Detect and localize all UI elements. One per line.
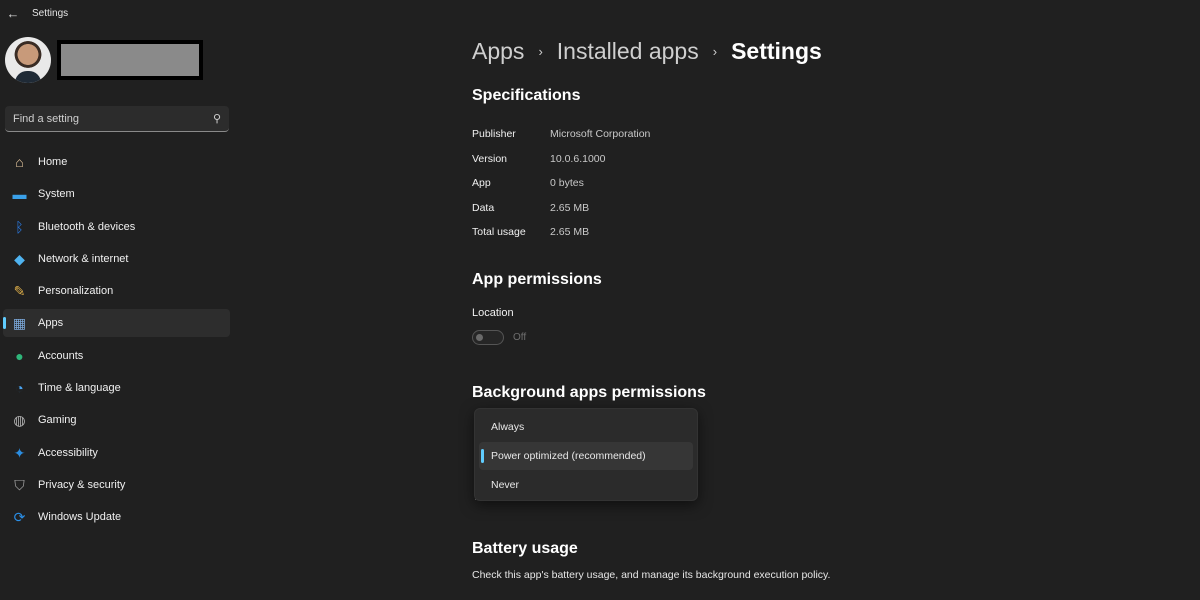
redacted-user-name bbox=[57, 40, 203, 80]
sidebar-item-bluetooth-devices[interactable]: ᛒ Bluetooth & devices bbox=[3, 213, 230, 241]
option-never[interactable]: Never bbox=[479, 471, 693, 499]
specifications-list: Publisher Microsoft Corporation Version … bbox=[472, 122, 650, 245]
spec-key: App bbox=[472, 177, 491, 190]
sidebar-item-home[interactable]: ⌂ Home bbox=[3, 148, 230, 176]
sidebar-item-label: Accounts bbox=[38, 349, 84, 362]
back-arrow-icon: ← bbox=[6, 5, 20, 21]
sidebar-item-label: Apps bbox=[38, 317, 64, 330]
spec-value: 0 bytes bbox=[550, 177, 584, 190]
toggle-knob bbox=[476, 334, 483, 341]
spec-key: Publisher bbox=[472, 128, 516, 141]
system-icon: ▬ bbox=[12, 186, 27, 203]
sidebar-item-label: System bbox=[38, 188, 75, 201]
sidebar-item-label: Bluetooth & devices bbox=[38, 220, 136, 233]
sidebar-item-label: Personalization bbox=[38, 285, 114, 298]
shield-icon: ⛉ bbox=[14, 476, 25, 493]
sidebar-item-apps[interactable]: ▦ Apps bbox=[3, 309, 230, 338]
gamepad-icon: ◍ bbox=[13, 412, 26, 429]
sidebar-item-privacy-security[interactable]: ⛉ Privacy & security bbox=[3, 471, 230, 499]
specifications-heading: Specifications bbox=[472, 87, 581, 104]
sidebar-item-label: Home bbox=[38, 156, 68, 168]
avatar bbox=[5, 37, 51, 83]
option-always[interactable]: Always bbox=[479, 413, 693, 441]
spec-row-data: Data 2.65 MB bbox=[472, 196, 650, 221]
search-box[interactable]: ⚲ bbox=[5, 106, 229, 132]
sidebar-item-network-internet[interactable]: ◆ Network & internet bbox=[3, 245, 230, 273]
chevron-right-icon: › bbox=[712, 44, 718, 59]
battery-usage-heading: Battery usage bbox=[472, 540, 578, 557]
wifi-icon: ◆ bbox=[14, 250, 25, 267]
search-icon[interactable]: ⚲ bbox=[213, 112, 221, 125]
breadcrumb-current-settings: Settings bbox=[731, 38, 822, 64]
sidebar-item-personalization[interactable]: ✎ Personalization bbox=[3, 277, 230, 305]
sidebar-item-label: Accessibility bbox=[38, 446, 98, 459]
background-permissions-heading: Background apps permissions bbox=[472, 384, 706, 401]
app-permissions-heading: App permissions bbox=[472, 271, 602, 288]
chevron-right-icon: › bbox=[538, 44, 543, 59]
sidebar-item-gaming[interactable]: ◍ Gaming bbox=[3, 406, 230, 434]
breadcrumb-apps[interactable]: Apps bbox=[472, 38, 524, 65]
sidebar-item-accessibility[interactable]: ✦ Accessibility bbox=[3, 439, 230, 467]
user-profile[interactable] bbox=[5, 37, 203, 83]
home-icon: ⌂ bbox=[15, 154, 24, 170]
option-power-optimized[interactable]: Power optimized (recommended) bbox=[479, 442, 693, 470]
sidebar-item-accounts[interactable]: ● Accounts bbox=[3, 342, 230, 370]
location-toggle-state: Off bbox=[513, 332, 527, 343]
sidebar-item-system[interactable]: ▬ System bbox=[3, 180, 230, 208]
spec-row-app: App 0 bytes bbox=[472, 171, 650, 196]
sidebar-nav: ⌂ Home ▬ System ᛒ Bluetooth & devices ◆ Network… bbox=[3, 148, 230, 536]
brush-icon: ✎ bbox=[13, 283, 26, 300]
breadcrumb-installed-apps[interactable]: Installed apps bbox=[557, 38, 699, 65]
sidebar-item-label: Privacy & security bbox=[38, 478, 126, 491]
bluetooth-icon: ᛒ bbox=[15, 218, 24, 235]
globe-clock-icon: ◔ bbox=[15, 380, 24, 397]
spec-key: Data bbox=[472, 201, 495, 214]
breadcrumb: Apps › Installed apps › Settings bbox=[472, 38, 822, 65]
spec-row-total-usage: Total usage 2.65 MB bbox=[472, 220, 650, 245]
apps-icon: ▦ bbox=[12, 315, 27, 332]
search-input[interactable] bbox=[13, 112, 213, 125]
background-permissions-dropdown[interactable]: Always Power optimized (recommended) Nev… bbox=[474, 408, 698, 501]
sidebar-item-label: Network & internet bbox=[38, 252, 129, 265]
sidebar-item-time-language[interactable]: ◔ Time & language bbox=[3, 374, 230, 402]
sidebar-item-windows-update[interactable]: ⟳ Windows Update bbox=[3, 503, 230, 531]
spec-value: 10.0.6.1000 bbox=[550, 152, 606, 165]
title-bar: ← Settings bbox=[0, 0, 1200, 26]
sidebar: ⚲ ⌂ Home ▬ System ᛒ Bluetooth & devices ◆ Netwo… bbox=[0, 26, 240, 600]
spec-value: 2.65 MB bbox=[550, 201, 590, 214]
accessibility-icon: ✦ bbox=[13, 444, 26, 461]
sidebar-item-label: Gaming bbox=[38, 414, 77, 427]
spec-row-publisher: Publisher Microsoft Corporation bbox=[472, 122, 650, 147]
spec-key: Version bbox=[472, 152, 508, 165]
spec-row-version: Version 10.0.6.1000 bbox=[472, 147, 650, 172]
spec-key: Total usage bbox=[472, 226, 526, 239]
location-toggle[interactable] bbox=[472, 330, 504, 345]
spec-value: 2.65 MB bbox=[550, 226, 590, 239]
location-label: Location bbox=[472, 307, 514, 319]
update-icon: ⟳ bbox=[13, 509, 26, 526]
sidebar-item-label: Time & language bbox=[38, 382, 121, 395]
app-title: Settings bbox=[32, 7, 69, 19]
back-button[interactable]: ← bbox=[2, 2, 24, 24]
accounts-icon: ● bbox=[15, 347, 24, 364]
battery-usage-description: Check this app's battery usage, and mana… bbox=[472, 569, 831, 581]
sidebar-item-label: Windows Update bbox=[38, 511, 122, 524]
spec-value: Microsoft Corporation bbox=[550, 128, 651, 141]
location-toggle-row: Off bbox=[472, 330, 526, 345]
